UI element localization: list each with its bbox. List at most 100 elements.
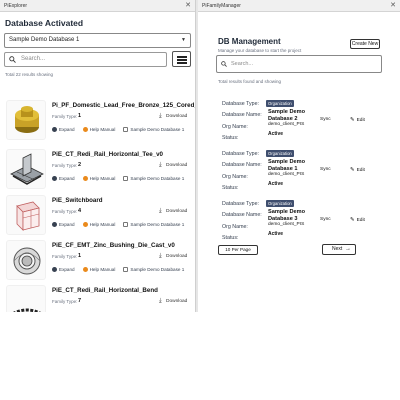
org-name-label: Org Name: [222,224,248,230]
arrow-right-icon: → [345,246,351,252]
database-type-label: Database Type: [222,151,260,157]
help-label: Help Manual [89,176,116,181]
database-select-value: Sample Demo Database 1 [9,37,80,43]
database-name: Sample Demo Database 2 [268,109,305,122]
explorer-window-title: PiExplorer [4,3,28,9]
help-manual-button[interactable]: Help Manual [82,127,115,132]
help-label: Help Manual [89,267,116,272]
download-button[interactable]: ⤓ Download [159,113,187,120]
close-icon[interactable]: ✕ [185,0,191,12]
expand-button[interactable]: Expand [52,127,75,132]
status-value: Active [268,181,284,187]
item-actions: Expand Help Manual Sample Demo Database 1 [52,222,192,227]
expand-icon [52,127,57,132]
family-list-item[interactable]: PiE_Switchboard Family Type: 4 ⤓ Download Exp… [6,195,192,241]
family-name: PiE_CT_Redi_Rail_Horizontal_Bend [52,287,158,294]
switchboard-icon [6,195,46,235]
item-actions: Expand Help Manual Sample Demo Database 1 [52,127,192,132]
database-icon [123,127,129,132]
expand-icon [52,222,57,227]
explorer-titlebar: PiExplorer ✕ [0,0,195,12]
family-name: PiE_Switchboard [52,197,103,204]
manager-search-input[interactable]: Search... [216,55,382,73]
download-icon: ⤓ [159,208,162,214]
help-icon [82,176,88,181]
expand-button[interactable]: Expand [52,176,75,181]
org-name-label: Org Name: [222,174,248,180]
help-manual-button[interactable]: Help Manual [82,222,115,227]
database-type-badge: Organization [266,150,294,157]
family-list-item[interactable]: Pi_PF_Domestic_Lead_Free_Bronze_125_Core… [6,100,195,146]
download-button[interactable]: ⤓ Download [159,253,187,260]
menu-button[interactable] [172,51,191,67]
manager-titlebar: PiFamilyManager ✕ [198,0,400,12]
download-button[interactable]: ⤓ Download [159,208,187,215]
family-list-item[interactable]: PiE_CF_EMT_Zinc_Bushing_Die_Cast_v0 Famil… [6,240,192,286]
database-type-badge: Organization [266,100,294,107]
item-actions: Expand Help Manual Sample Demo Database 1 [52,176,192,181]
sync-button[interactable]: Sync [320,217,331,222]
download-label: Download [166,254,188,259]
item-database-name: Sample Demo Database 1 [130,267,185,272]
create-new-button[interactable]: Create New [350,39,380,49]
database-card: Database Type: Organization Database Name:… [222,200,382,244]
edit-icon: ✎ [350,167,355,173]
item-database-name: Sample Demo Database 1 [130,222,185,227]
expand-icon [52,176,57,181]
explorer-results-count: Total 22 results showing [5,72,54,77]
brass-plug-icon [6,100,46,140]
edit-button[interactable]: ✎ Edit [350,217,365,223]
family-type-label: Family Type: [52,114,78,119]
database-name: Sample Demo Database 1 [268,159,305,172]
help-manual-button[interactable]: Help Manual [82,267,116,272]
manager-search-placeholder: Search... [231,61,254,67]
item-database-name: Sample Demo Database 1 [130,127,185,132]
chevron-down-icon: ▼ [181,37,186,43]
item-database-name: Sample Demo Database 1 [130,176,185,181]
family-name: PiE_CF_EMT_Zinc_Bushing_Die_Cast_v0 [52,242,175,249]
close-icon[interactable]: ✕ [390,0,396,12]
db-management-subheading: Manage your database to start the projec… [218,48,302,53]
database-icon [123,176,129,181]
database-type-badge: Organization [266,200,294,207]
download-label: Download [166,209,188,214]
item-database: Sample Demo Database 1 [123,176,184,181]
status-label: Status: [222,135,239,141]
download-button[interactable]: ⤓ Download [159,298,187,305]
explorer-search-input[interactable]: Search... [4,52,167,67]
help-icon [82,127,88,132]
edit-button[interactable]: ✎ Edit [350,117,365,123]
download-icon: ⤓ [159,298,162,304]
sync-button[interactable]: Sync [320,117,331,122]
family-type-label: Family Type: [52,254,78,259]
database-select[interactable]: Sample Demo Database 1 ▼ [4,33,191,48]
database-card: Database Type: Organization Database Name:… [222,150,382,194]
edit-label: Edit [356,168,365,173]
expand-button[interactable]: Expand [52,222,75,227]
edit-icon: ✎ [350,117,355,123]
family-type-label: Family Type: [52,163,78,168]
org-name: demo_client_PIS [268,122,305,127]
sync-button[interactable]: Sync [320,167,331,172]
download-button[interactable]: ⤓ Download [159,162,187,169]
item-database: Sample Demo Database 1 [123,127,184,132]
family-type-value: 1 [78,253,82,259]
rail-bend-icon [6,285,46,312]
database-name: Sample Demo Database 3 [268,209,305,222]
next-page-button[interactable]: Next → [322,244,356,255]
database-icon [123,267,129,272]
explorer-heading: Database Activated [5,18,84,28]
family-list-item[interactable]: PiE_CT_Redi_Rail_Horizontal_Tee_v0 Family… [6,149,192,195]
edit-icon: ✎ [350,217,355,223]
expand-button[interactable]: Expand [52,267,75,272]
family-list-item[interactable]: PiE_CT_Redi_Rail_Horizontal_Bend Family T… [6,285,192,312]
database-card: Database Type: Organization Database Name:… [222,100,382,144]
per-page-select[interactable]: 10 Per Page [218,245,258,255]
help-manual-button[interactable]: Help Manual [82,176,116,181]
download-icon: ⤓ [159,113,162,119]
edit-button[interactable]: ✎ Edit [350,167,365,173]
status-label: Status: [222,185,239,191]
org-name: demo_client_PIS [268,172,305,177]
family-type-label: Family Type: [52,209,78,214]
item-actions: Expand Help Manual Sample Demo Database 1 [52,267,192,272]
